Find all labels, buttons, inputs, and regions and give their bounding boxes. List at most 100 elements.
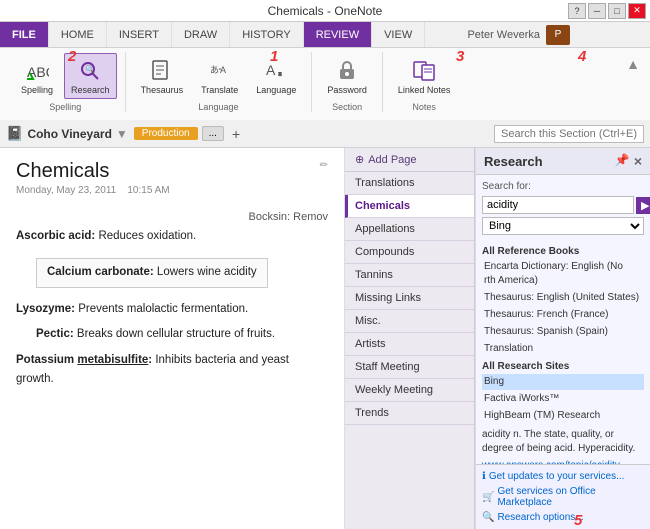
translate-button[interactable]: あA Translate — [194, 53, 245, 100]
add-page-button[interactable]: ⊕ Add Page — [345, 148, 474, 172]
password-button[interactable]: Password — [320, 53, 374, 100]
tab-home[interactable]: HOME — [49, 22, 107, 47]
svg-text:🔍: 🔍 — [85, 64, 95, 74]
footer-updates-link[interactable]: ℹ Get updates to your services... — [482, 469, 644, 484]
ribbon-group-spelling: ABC Spelling 🔍 Research Spelling — [6, 52, 126, 112]
research-panel: Research 📌 × Search for: ▶ Bing All Refe… — [475, 148, 650, 529]
language-button[interactable]: A Language — [249, 53, 303, 100]
svg-text:ABC: ABC — [27, 64, 49, 80]
section-all-reference-books: All Reference Books — [482, 246, 644, 257]
research-search-input[interactable] — [482, 196, 634, 214]
page-item-appellations[interactable]: Appellations — [345, 218, 474, 241]
edit-icon[interactable]: ✏ — [320, 160, 328, 171]
ribbon-content: ABC Spelling 🔍 Research Spelling — [0, 48, 650, 120]
minimize-button[interactable]: ─ — [588, 3, 606, 19]
user-avatar: P — [546, 25, 570, 45]
add-page-icon: ⊕ — [355, 153, 364, 166]
result-bing[interactable]: Bing — [482, 374, 644, 390]
translate-icon: あA — [206, 57, 234, 85]
section-buttons: Password — [320, 52, 374, 100]
research-header-icons: 📌 × — [615, 153, 642, 169]
close-button[interactable]: ✕ — [628, 3, 646, 19]
footer-marketplace-link[interactable]: 🛒 Get services on Office Marketplace — [482, 484, 644, 510]
ribbon-group-section: Password Section — [312, 52, 383, 112]
info-icon: ℹ — [482, 471, 486, 482]
tab-view[interactable]: VIEW — [372, 22, 425, 47]
note-page: Chemicals Monday, May 23, 2011 10:15 AM … — [0, 148, 345, 529]
calcium-box: Calcium carbonate: Lowers wine acidity — [36, 258, 268, 288]
research-footer: ℹ Get updates to your services... 🛒 Get … — [476, 464, 650, 529]
result-thesaurus-es[interactable]: Thesaurus: Spanish (Spain) — [482, 324, 644, 340]
research-button[interactable]: 🔍 Research — [64, 53, 117, 100]
research-search-row: Search for: ▶ Bing All Reference Books A… — [476, 175, 650, 238]
result-encarta[interactable]: Encarta Dictionary: English (North Ameri… — [482, 259, 644, 289]
research-header: Research 📌 × — [476, 148, 650, 175]
more-sections-button[interactable]: ... — [202, 126, 224, 141]
note-item-ascorbic: Ascorbic acid: Reduces oxidation. — [16, 227, 328, 247]
page-item-compounds[interactable]: Compounds — [345, 241, 474, 264]
restore-button[interactable]: □ — [608, 3, 626, 19]
result-translation[interactable]: Translation — [482, 341, 644, 357]
section-badge[interactable]: Production — [134, 127, 198, 140]
note-item-calcium: Calcium carbonate: Lowers wine acidity — [16, 252, 328, 294]
page-item-chemicals[interactable]: Chemicals — [345, 195, 474, 218]
close-research-button[interactable]: × — [634, 153, 642, 169]
footer-options-link[interactable]: 🔍 Research options... — [482, 510, 644, 525]
language-icon: A — [262, 57, 290, 85]
notebook-name-display[interactable]: Coho Vineyard ▼ — [27, 127, 127, 141]
research-go-button[interactable]: ▶ — [636, 197, 650, 214]
window-title: Chemicals - OneNote — [268, 4, 383, 18]
tab-history[interactable]: HISTORY — [230, 22, 304, 47]
note-item-lysozyme: Lysozyme: Prevents malolactic fermentati… — [16, 300, 328, 320]
tab-draw[interactable]: DRAW — [172, 22, 230, 47]
section-all-research-sites: All Research Sites — [482, 361, 644, 372]
page-list: ⊕ Add Page Translations Chemicals Appell… — [345, 148, 475, 529]
thesaurus-icon — [148, 57, 176, 85]
page-item-missing-links[interactable]: Missing Links — [345, 287, 474, 310]
user-display: Peter Weverka P — [467, 22, 650, 47]
page-item-weekly-meeting[interactable]: Weekly Meeting — [345, 379, 474, 402]
result-thesaurus-us[interactable]: Thesaurus: English (United States) — [482, 290, 644, 306]
result-highbeam[interactable]: HighBeam (TM) Research — [482, 408, 644, 424]
tab-review[interactable]: REVIEW — [304, 22, 372, 47]
notes-buttons: Linked Notes — [391, 52, 458, 100]
password-icon — [333, 57, 361, 85]
svg-text:A: A — [220, 65, 226, 75]
metabisulfite-underline: metabisulfite — [77, 354, 148, 366]
research-source-select[interactable]: Bing All Reference Books All Research Si… — [482, 217, 644, 235]
spelling-button[interactable]: ABC Spelling — [14, 53, 60, 100]
options-icon: 🔍 — [482, 512, 494, 523]
result-factiva[interactable]: Factiva iWorks™ — [482, 391, 644, 407]
ribbon-group-notes: Linked Notes Notes — [383, 52, 466, 112]
thesaurus-button[interactable]: Thesaurus — [134, 53, 191, 100]
note-body: Bocksin: Remov Ascorbic acid: Reduces ox… — [16, 208, 328, 390]
note-title: Chemicals — [16, 160, 170, 183]
linked-notes-icon — [410, 57, 438, 85]
page-item-staff-meeting[interactable]: Staff Meeting — [345, 356, 474, 379]
linked-notes-button[interactable]: Linked Notes — [391, 53, 458, 100]
pin-icon[interactable]: 📌 — [615, 153, 630, 169]
result-acidity-desc: acidity n. The state, quality, or degree… — [482, 428, 644, 464]
tab-file[interactable]: FILE — [0, 22, 49, 47]
page-item-tannins[interactable]: Tannins — [345, 264, 474, 287]
search-input[interactable] — [494, 125, 644, 143]
page-item-artists[interactable]: Artists — [345, 333, 474, 356]
notebook-toolbar: 📓 Coho Vineyard ▼ Production ... + — [0, 120, 650, 148]
marketplace-icon: 🛒 — [482, 492, 494, 503]
language-buttons: Thesaurus あA Translate A Language — [134, 52, 304, 100]
page-item-trends[interactable]: Trends — [345, 402, 474, 425]
result-thesaurus-fr[interactable]: Thesaurus: French (France) — [482, 307, 644, 323]
notebook-icon: 📓 — [6, 125, 23, 142]
svg-text:A: A — [266, 62, 276, 78]
content-area: Chemicals Monday, May 23, 2011 10:15 AM … — [0, 148, 650, 529]
spelling-icon: ABC — [23, 57, 51, 85]
page-item-translations[interactable]: Translations — [345, 172, 474, 195]
add-section-button[interactable]: + — [232, 126, 240, 142]
ribbon-collapse-button[interactable]: ▲ — [622, 52, 644, 76]
dropdown-icon: ▼ — [116, 127, 128, 141]
page-item-misc[interactable]: Misc. — [345, 310, 474, 333]
help-button[interactable]: ? — [568, 3, 586, 19]
ribbon-group-language: Thesaurus あA Translate A Language Langua… — [126, 52, 313, 112]
window-controls: ? ─ □ ✕ — [568, 3, 646, 19]
tab-insert[interactable]: INSERT — [107, 22, 172, 47]
